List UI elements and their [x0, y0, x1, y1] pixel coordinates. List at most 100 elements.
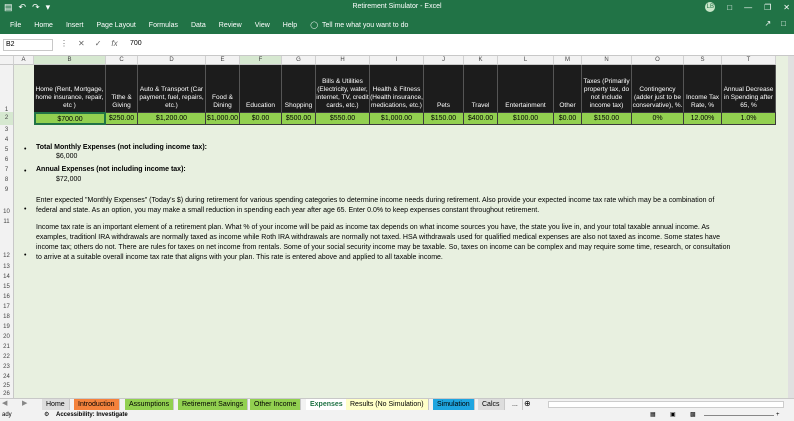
header-entertainment[interactable]: Entertainment [498, 65, 554, 112]
sheet-tab-home[interactable]: Home [42, 399, 70, 410]
value-pets[interactable]: $150.00 [424, 112, 464, 125]
sheet-tab-assumptions[interactable]: Assumptions [125, 399, 175, 410]
value-entertainment[interactable]: $100.00 [498, 112, 554, 125]
enter-icon[interactable]: ✓ [95, 39, 102, 48]
col-header-l[interactable]: L [498, 56, 554, 65]
page-layout-view-icon[interactable]: ▣ [670, 410, 676, 421]
sheet-tab-expenses[interactable]: Expenses [306, 399, 348, 410]
header-tithe[interactable]: Tithe & Giving [106, 65, 138, 112]
horizontal-scrollbar[interactable] [548, 401, 784, 408]
col-header-g[interactable]: G [282, 56, 316, 65]
col-header-s[interactable]: S [684, 56, 722, 65]
maximize-icon[interactable]: ❐ [764, 3, 771, 12]
menu-dots-icon[interactable]: ⋮ [60, 39, 68, 48]
name-box[interactable]: B2 [3, 39, 53, 51]
value-other[interactable]: $0.00 [554, 112, 582, 125]
value-contingency[interactable]: 0% [632, 112, 684, 125]
header-shopping[interactable]: Shopping [282, 65, 316, 112]
tab-scroll-right-icon[interactable]: ▶ [22, 399, 27, 407]
minimize-icon[interactable]: — [744, 3, 752, 12]
tab-scroll-left-icon[interactable]: ◀ [2, 399, 7, 407]
sheet-tab-simulation[interactable]: Simulation [433, 399, 475, 410]
avatar[interactable]: LB [705, 2, 716, 12]
row-header-16[interactable]: 16 [0, 292, 14, 302]
share-icon[interactable]: ↗ [764, 19, 771, 28]
row-header-14[interactable]: 14 [0, 272, 14, 282]
close-icon[interactable]: ✕ [783, 3, 790, 12]
header-home[interactable]: Home (Rent, Mortgage, home insurance, re… [34, 65, 106, 112]
col-header-j[interactable]: J [424, 56, 464, 65]
col-header-n[interactable]: N [582, 56, 632, 65]
value-annual-decrease[interactable]: 1.0% [722, 112, 776, 125]
note-income-tax[interactable]: Income tax rate is an important element … [36, 223, 736, 263]
row-header-18[interactable]: 18 [0, 312, 14, 322]
value-bills[interactable]: $550.00 [316, 112, 370, 125]
value-education[interactable]: $0.00 [240, 112, 282, 125]
row-header-15[interactable]: 15 [0, 282, 14, 292]
value-travel[interactable]: $400.00 [464, 112, 498, 125]
col-header-o[interactable]: O [632, 56, 684, 65]
sheet-tab-calcs[interactable]: Calcs [478, 399, 505, 410]
value-home[interactable]: $700.00 [34, 112, 106, 125]
value-health[interactable]: $1,000.00 [370, 112, 424, 125]
header-contingency[interactable]: Contingency (adder just to be conservati… [632, 65, 684, 112]
col-header-i[interactable]: I [370, 56, 424, 65]
row-header-12[interactable]: 12 [0, 227, 14, 262]
row-header-2[interactable]: 2 [0, 112, 14, 125]
row-header-7[interactable]: 7 [0, 165, 14, 175]
row-header-9[interactable]: 9 [0, 185, 14, 195]
value-shopping[interactable]: $500.00 [282, 112, 316, 125]
row-header-4[interactable]: 4 [0, 135, 14, 145]
value-income-tax-rate[interactable]: 12.00% [684, 112, 722, 125]
add-sheet-icon[interactable]: ⊕ [524, 399, 531, 408]
col-header-m[interactable]: M [554, 56, 582, 65]
annual-expenses-label[interactable]: Annual Expenses (not including income ta… [36, 165, 186, 175]
header-income-tax-rate[interactable]: Income Tax Rate, % [684, 65, 722, 112]
row-header-11[interactable]: 11 [0, 217, 14, 227]
row-header-20[interactable]: 20 [0, 332, 14, 342]
tab-review[interactable]: Review [219, 22, 242, 29]
zoom-slider[interactable] [704, 415, 774, 416]
row-header-17[interactable]: 17 [0, 302, 14, 312]
col-header-h[interactable]: H [316, 56, 370, 65]
row-header-13[interactable]: 13 [0, 262, 14, 272]
row-header-1[interactable]: 1 [0, 65, 14, 113]
header-health[interactable]: Health & Fitness (Health insurance, medi… [370, 65, 424, 112]
row-header-3[interactable]: 3 [0, 125, 14, 135]
more-sheets[interactable]: ... [508, 399, 523, 410]
row-header-25[interactable]: 25 [0, 382, 14, 390]
header-annual-decrease[interactable]: Annual Decrease in Spending after 65, % [722, 65, 776, 112]
ribbon-display-icon[interactable]: □ [727, 3, 732, 12]
page-break-view-icon[interactable]: ▩ [690, 410, 696, 421]
accessibility-status[interactable]: Accessibility: Investigate [56, 410, 128, 421]
worksheet-grid[interactable]: A B C D E F G H I J K L M N O S T 1 2 3 … [0, 56, 788, 398]
sheet-tab-other-income[interactable]: Other Income [250, 399, 302, 410]
tab-view[interactable]: View [255, 22, 270, 29]
col-header-a[interactable]: A [14, 56, 34, 65]
tab-file[interactable]: File [10, 22, 21, 29]
row-header-6[interactable]: 6 [0, 155, 14, 165]
value-taxes[interactable]: $150.00 [582, 112, 632, 125]
comments-icon[interactable]: □ [781, 19, 786, 28]
tab-formulas[interactable]: Formulas [149, 22, 178, 29]
row-header-21[interactable]: 21 [0, 342, 14, 352]
value-food[interactable]: $1,000.00 [206, 112, 240, 125]
header-other[interactable]: Other [554, 65, 582, 112]
tell-me-box[interactable]: ◯ Tell me what you want to do [310, 21, 408, 30]
row-header-10[interactable]: 10 [0, 195, 14, 217]
header-taxes[interactable]: Taxes (Primarily property tax, do not in… [582, 65, 632, 112]
row-header-5[interactable]: 5 [0, 145, 14, 155]
sheet-tab-results-no-simulation[interactable]: Results (No Simulation) [346, 399, 429, 410]
col-header-b[interactable]: B [34, 56, 106, 65]
row-header-22[interactable]: 22 [0, 352, 14, 362]
row-header-23[interactable]: 23 [0, 362, 14, 372]
row-header-8[interactable]: 8 [0, 175, 14, 185]
tab-insert[interactable]: Insert [66, 22, 84, 29]
col-header-c[interactable]: C [106, 56, 138, 65]
header-auto[interactable]: Auto & Transport (Car payment, fuel, rep… [138, 65, 206, 112]
zoom-in-icon[interactable]: + [776, 410, 780, 421]
monthly-expenses-value[interactable]: $6,000 [56, 152, 77, 162]
col-header-d[interactable]: D [138, 56, 206, 65]
value-auto[interactable]: $1,200.00 [138, 112, 206, 125]
header-travel[interactable]: Travel [464, 65, 498, 112]
